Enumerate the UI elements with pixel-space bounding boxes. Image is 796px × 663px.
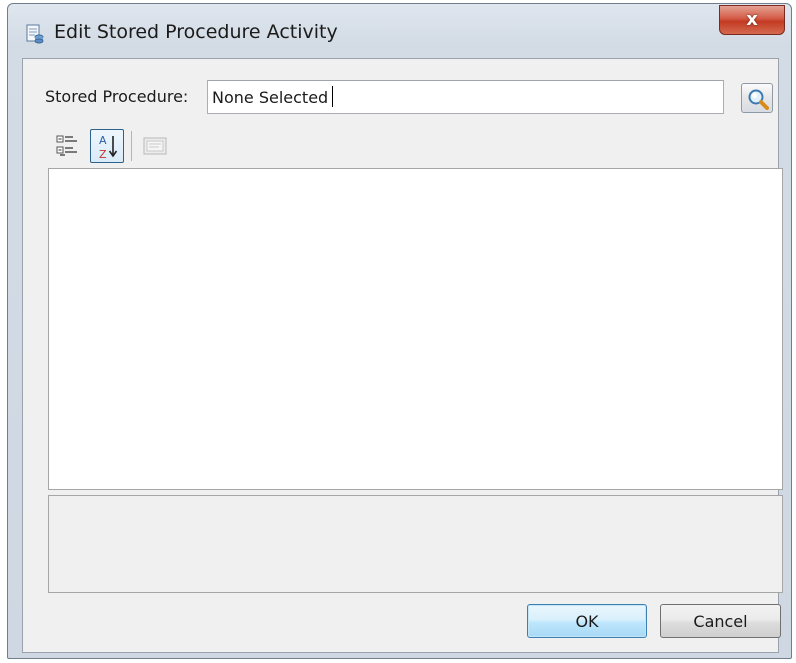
categorized-view-button[interactable] [53,129,87,163]
svg-text:Z: Z [99,148,107,161]
edit-stored-procedure-dialog: Edit Stored Procedure Activity x Stored … [7,3,792,659]
toolbar-separator [131,131,132,161]
property-pages-button[interactable] [139,129,173,163]
categorized-view-icon [56,135,77,156]
text-caret [332,86,333,107]
close-icon: x [746,9,758,30]
search-icon [748,89,769,110]
stored-procedure-label: Stored Procedure: [45,87,189,106]
dialog-client-area: Stored Procedure: None Selected A Z OK C… [22,58,783,653]
property-grid[interactable] [48,168,783,490]
property-description-panel [48,495,783,593]
stored-procedure-input[interactable] [207,80,724,114]
ok-button[interactable]: OK [527,604,647,638]
search-stored-procedure-button[interactable] [741,83,773,113]
title-bar[interactable]: Edit Stored Procedure Activity x [8,4,791,56]
stored-procedure-icon [26,24,44,44]
close-button[interactable]: x [719,5,785,35]
cancel-button[interactable]: Cancel [660,604,781,638]
alphabetical-sort-button[interactable]: A Z [90,129,124,163]
property-pages-icon [143,137,167,155]
svg-text:A: A [99,134,107,147]
alphabetical-sort-icon: A Z [99,134,118,161]
window-title: Edit Stored Procedure Activity [54,21,338,43]
